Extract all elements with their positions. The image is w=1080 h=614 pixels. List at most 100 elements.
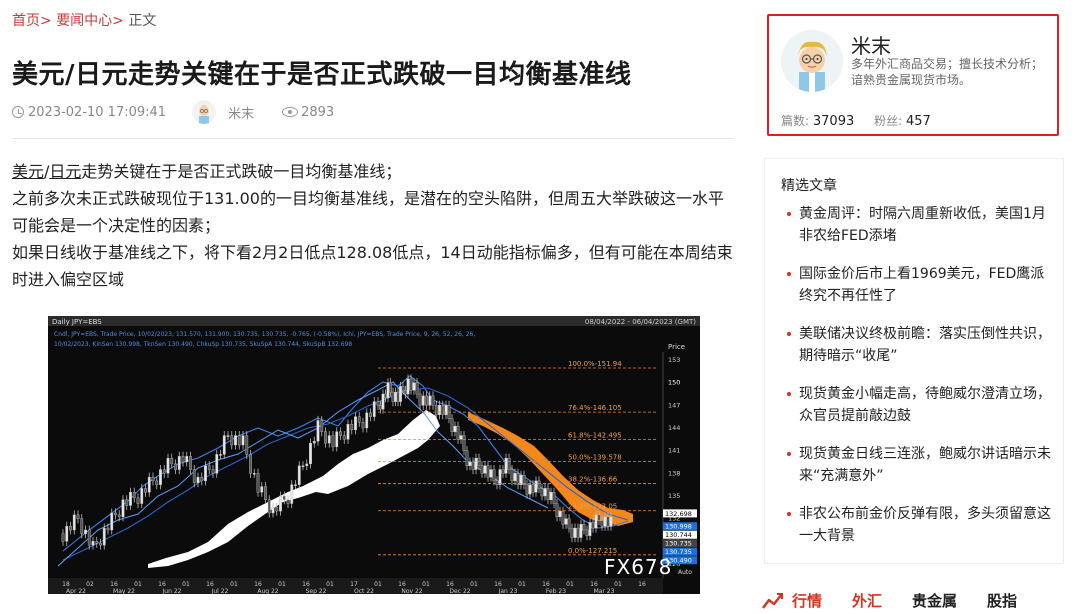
- posts-count: 37093: [812, 114, 855, 129]
- candle-body: [121, 499, 125, 517]
- candle-body: [99, 543, 102, 546]
- candle-body: [428, 395, 432, 406]
- candle-body: [552, 492, 556, 504]
- time-tick-month: Aug 22: [257, 588, 278, 594]
- candle-body: [110, 512, 114, 531]
- featured-list: 黄金周评：时隔六周重新收低，美国1月非农给FED添堵 国际金价后市上看1969美…: [787, 203, 1057, 563]
- candle-body: [498, 469, 502, 485]
- breadcrumb-section[interactable]: 要闻中心>: [56, 13, 124, 29]
- usdjpy-ichimoku-chart: Daily JPY=EBS 08/04/2022 - 06/04/2023 (G…: [48, 316, 700, 594]
- featured-item[interactable]: 现货黄金小幅走高，待鲍威尔澄清立场，众官员提前敲边鼓: [787, 383, 1057, 427]
- candle-body: [465, 450, 469, 466]
- candle-body: [162, 469, 166, 474]
- chart-watermark: FX678: [604, 555, 672, 579]
- time-tick-day: 16: [494, 581, 502, 588]
- candle-body: [106, 527, 110, 531]
- candle-body: [331, 435, 335, 448]
- author-avatar-small[interactable]: [192, 100, 217, 124]
- candle-body: [486, 465, 490, 478]
- candle-body: [185, 456, 189, 463]
- candle-body: [507, 458, 511, 470]
- candle-body: [384, 393, 387, 398]
- link-jpy[interactable]: 日元: [49, 162, 81, 181]
- candle-body: [294, 484, 297, 486]
- candle-body: [537, 480, 541, 489]
- candle-body: [65, 526, 69, 542]
- candle-body: [609, 516, 613, 527]
- candle-body: [576, 527, 580, 538]
- price-tick: 144: [668, 424, 680, 432]
- time-tick-month: Jul 22: [211, 588, 229, 594]
- time-tick-day: 01: [182, 581, 190, 588]
- candle-body: [404, 390, 407, 395]
- author-name-small[interactable]: 米末: [228, 103, 254, 122]
- featured-item[interactable]: 美联储决议终极前瞻：落实压倒性共识，期待暗示“收尾”: [787, 323, 1057, 367]
- candle-body: [249, 454, 252, 474]
- candle-body: [215, 454, 219, 474]
- time-tick-day: 16: [638, 581, 646, 588]
- tab-precious-metals[interactable]: 贵金属: [912, 590, 957, 611]
- time-tick-day: 16: [254, 581, 262, 588]
- candle-body: [279, 495, 282, 512]
- tab-forex[interactable]: 外汇: [852, 590, 882, 611]
- fib-label: 61.8%-142.495: [568, 431, 622, 439]
- featured-item[interactable]: 现货黄金日线三连涨，鲍威尔讲话暗示未来“充满意外”: [787, 443, 1057, 487]
- candle-body: [72, 514, 76, 531]
- author-card: 米末 多年外汇商品交易；擅长技术分析；谙熟贵金属现货市场。 篇数: 37093 …: [767, 14, 1059, 136]
- candle-body: [132, 492, 136, 499]
- candle-body: [267, 499, 271, 514]
- author-avatar[interactable]: [781, 30, 843, 92]
- time-tick-day: 16: [302, 581, 310, 588]
- candle-body: [256, 473, 260, 493]
- tab-stock-index[interactable]: 股指: [987, 590, 1017, 611]
- featured-item[interactable]: 黄金周评：时隔六周重新收低，美国1月非农给FED添堵: [787, 203, 1057, 247]
- breadcrumb-home[interactable]: 首页>: [12, 13, 52, 29]
- candle-body: [91, 541, 95, 546]
- candle-body: [386, 382, 390, 398]
- breadcrumb-current: 正文: [128, 13, 157, 29]
- candle-body: [102, 527, 106, 546]
- candle-body: [196, 476, 200, 483]
- time-tick-day: 02: [86, 581, 94, 588]
- featured-item[interactable]: 国际金价后市上看1969美元，FED鹰派终究不再任性了: [787, 263, 1057, 307]
- candle-body: [275, 507, 279, 512]
- featured-item[interactable]: 非农公布前金价反弹有限，多头须留意这一大背景: [787, 503, 1057, 547]
- candle-body: [290, 484, 294, 504]
- time-tick-day: 01: [278, 581, 286, 588]
- time-tick-month: Jan 23: [498, 588, 518, 594]
- price-tick: 150: [668, 379, 680, 387]
- candle-body: [600, 520, 604, 527]
- candle-body: [159, 469, 162, 485]
- featured-articles: 精选文章 黄金周评：时隔六周重新收低，美国1月非农给FED添堵 国际金价后市上看…: [764, 158, 1064, 564]
- article-body: 美元/日元走势关键在于是否正式跌破一目均衡基准线； 之前多次未正式跌破现位于13…: [12, 158, 734, 293]
- price-tick: 147: [668, 401, 680, 409]
- fib-label: 0.0%-127.215: [568, 547, 617, 555]
- candle-body: [61, 533, 65, 542]
- candle-body: [546, 488, 550, 500]
- candle-body: [401, 386, 405, 391]
- candle-body: [606, 516, 610, 527]
- time-tick-month: Nov 22: [401, 588, 422, 594]
- candle-body: [170, 458, 174, 465]
- candle-body: [354, 416, 357, 431]
- candle-body: [192, 469, 196, 483]
- author-stats: 篇数: 37093 粉丝: 457: [781, 112, 947, 129]
- link-usd[interactable]: 美元: [12, 162, 44, 181]
- candle-body: [144, 488, 147, 493]
- eye-icon: [282, 107, 299, 117]
- fib-label: 100.0%-151.94: [568, 360, 622, 368]
- time-tick-month: Mar 23: [594, 588, 615, 594]
- candle-body: [495, 480, 499, 485]
- candle-body: [346, 424, 350, 440]
- posts-label: 篇数:: [781, 114, 810, 128]
- candle-body: [501, 469, 505, 474]
- candle-body: [528, 484, 532, 495]
- author-name[interactable]: 米末: [851, 30, 891, 59]
- candle-body: [357, 416, 361, 423]
- candle-body: [409, 378, 413, 391]
- candle-body: [177, 456, 181, 470]
- chart-auto-label[interactable]: Auto: [678, 569, 692, 576]
- time-tick-day: 01: [134, 581, 142, 588]
- candle-body: [260, 486, 264, 493]
- price-tick: 138: [668, 469, 680, 477]
